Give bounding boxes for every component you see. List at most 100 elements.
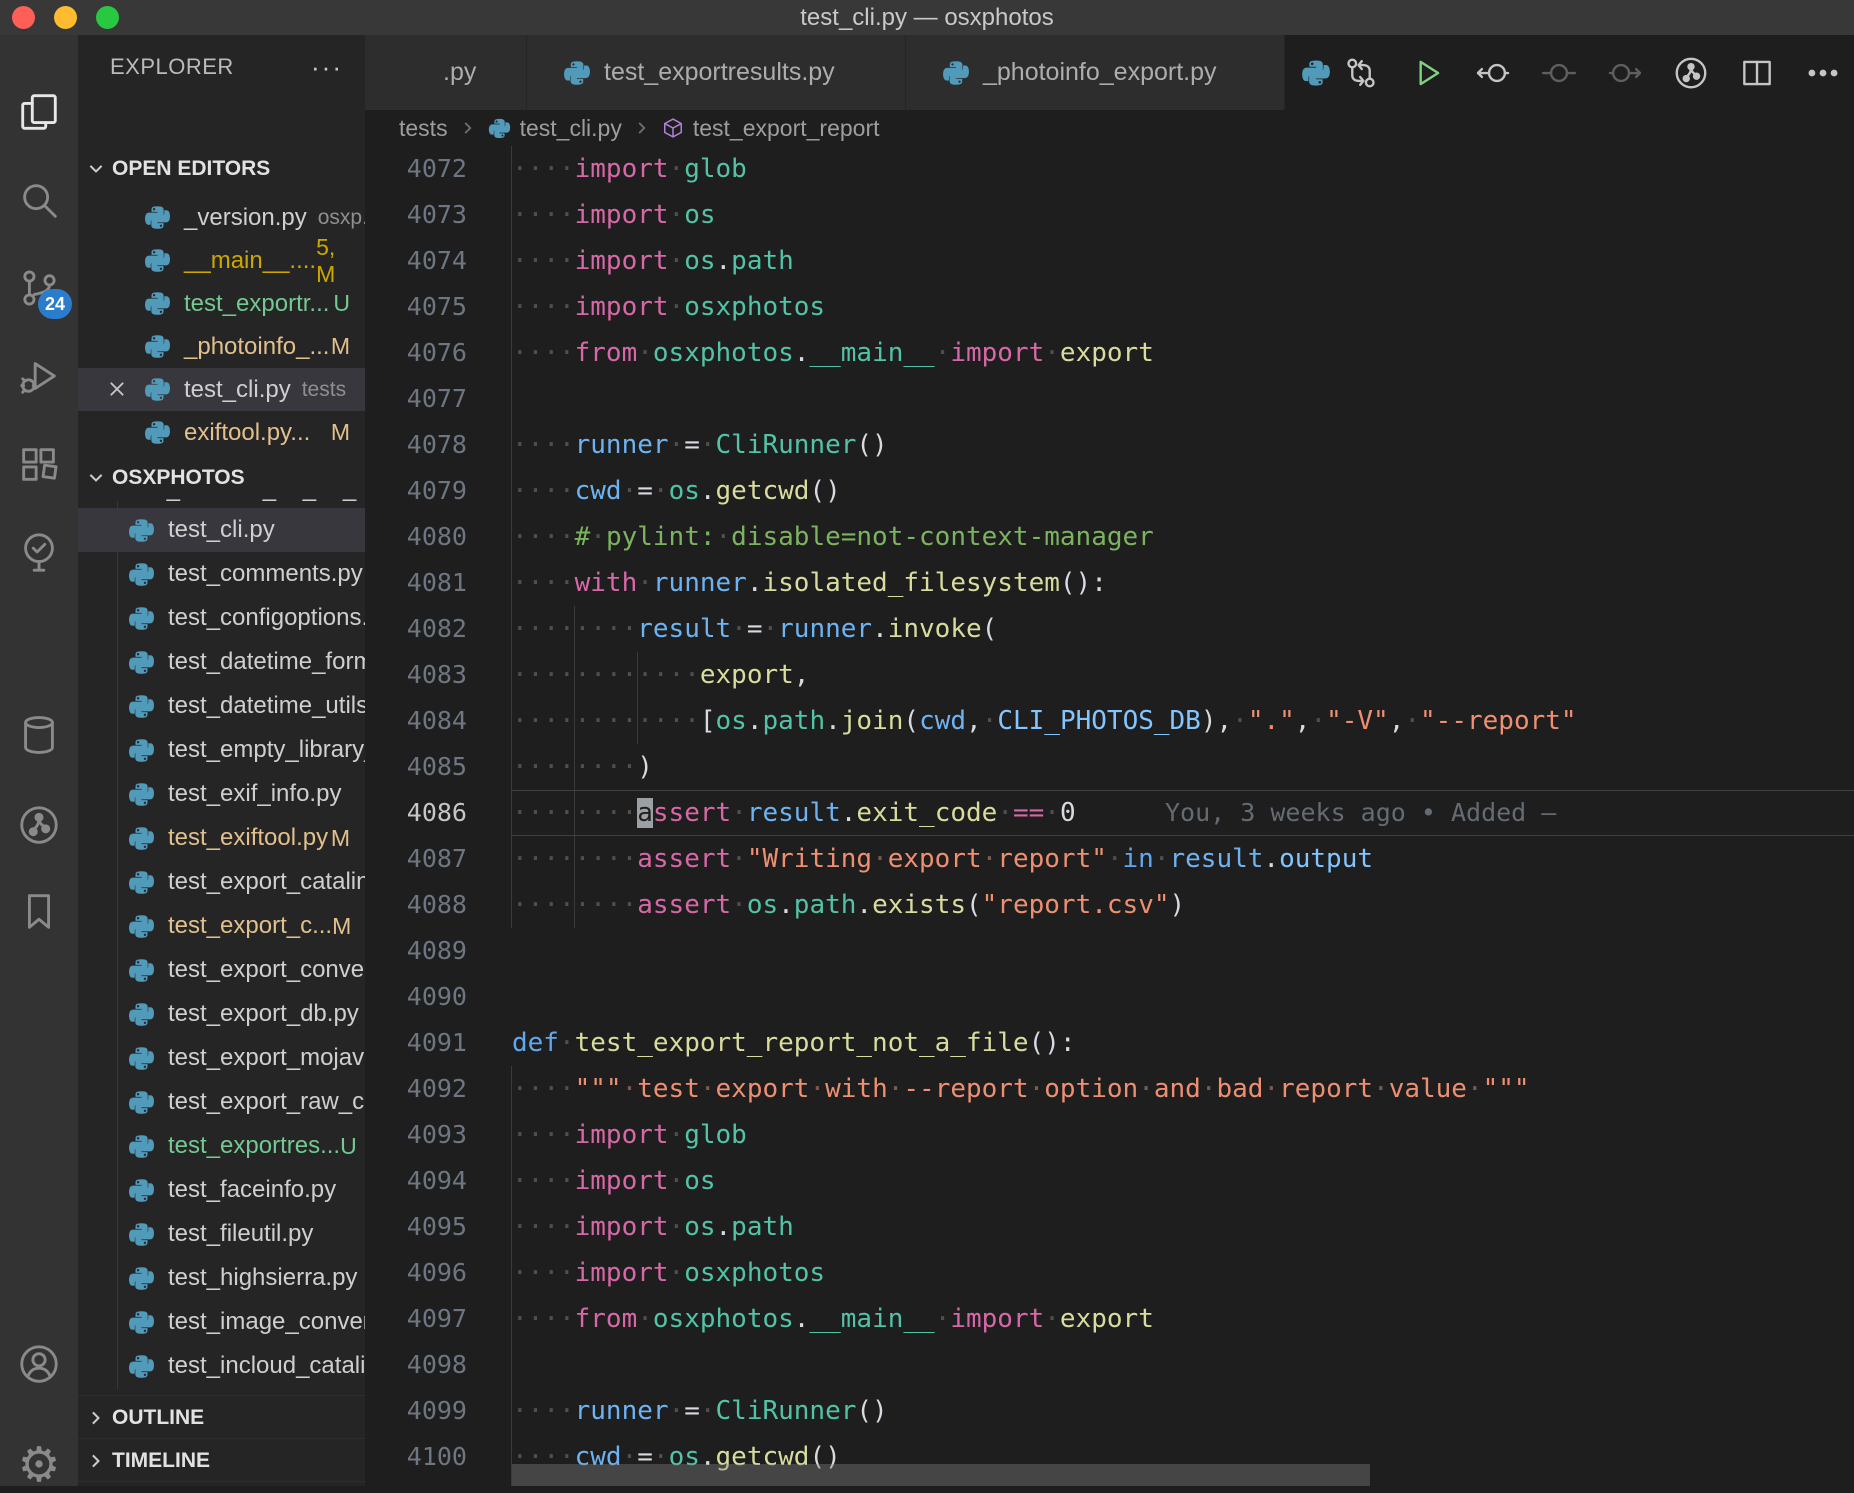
line-number[interactable]: 4090: [365, 974, 512, 1020]
run-python-file-icon[interactable]: [1408, 54, 1446, 92]
code-line-content[interactable]: ········): [512, 744, 1854, 790]
line-number[interactable]: 4077: [365, 376, 512, 422]
line-number[interactable]: 4098: [365, 1342, 512, 1388]
code-line-content[interactable]: ········assert·os.path.exists("report.cs…: [512, 882, 1854, 928]
code-line-content[interactable]: ····import·os: [512, 192, 1854, 238]
code-line-content[interactable]: ····import·glob: [512, 146, 1854, 192]
code-line[interactable]: 4080····#·pylint:·disable=not-context-ma…: [365, 514, 1854, 560]
line-number[interactable]: 4094: [365, 1158, 512, 1204]
code-line[interactable]: 4074····import·os.path: [365, 238, 1854, 284]
close-icon[interactable]: [106, 378, 128, 400]
extensions-icon[interactable]: [14, 439, 64, 489]
line-number[interactable]: 4083: [365, 652, 512, 698]
code-line-content[interactable]: ········assert·"Writing·export·report"·i…: [512, 836, 1854, 882]
code-line-content[interactable]: ····from·osxphotos.__main__·import·expor…: [512, 1296, 1854, 1342]
code-line-content[interactable]: ····"""·test·export·with·--report·option…: [512, 1066, 1854, 1112]
file-tree-item[interactable]: test_cli.py: [78, 508, 365, 552]
open-editor-item[interactable]: exiftool.py...M: [78, 411, 365, 454]
navigate-current-icon[interactable]: [1540, 54, 1578, 92]
clipped-file-row[interactable]: test_catalina_10_15_7.py: [78, 499, 365, 508]
code-line[interactable]: 4094····import·os: [365, 1158, 1854, 1204]
line-number[interactable]: 4076: [365, 330, 512, 376]
file-tree-item[interactable]: test_exiftool.pyM: [78, 816, 365, 860]
open-editor-item[interactable]: test_cli.pytests: [78, 368, 365, 411]
line-number[interactable]: 4079: [365, 468, 512, 514]
minimize-window-button[interactable]: [54, 6, 77, 29]
file-tree-item[interactable]: test_incloud_catali...: [78, 1344, 365, 1388]
file-tree-item[interactable]: test_export_db.py: [78, 992, 365, 1036]
code-line[interactable]: 4090: [365, 974, 1854, 1020]
breadcrumb-item[interactable]: tests: [399, 115, 448, 142]
open-editor-item[interactable]: _photoinfo_...M: [78, 325, 365, 368]
code-line[interactable]: 4077: [365, 376, 1854, 422]
npm-scripts-section-header[interactable]: NPM SCRIPTS: [78, 1481, 365, 1486]
split-editor-icon[interactable]: [1738, 54, 1776, 92]
code-line-content[interactable]: ····import·osxphotos: [512, 1250, 1854, 1296]
code-line-content[interactable]: ····cwd·=·os.getcwd(): [512, 468, 1854, 514]
code-line[interactable]: 4099····runner·=·CliRunner(): [365, 1388, 1854, 1434]
file-tree-item[interactable]: test_datetime_utils....: [78, 684, 365, 728]
code-line-content[interactable]: ····with·runner.isolated_filesystem():: [512, 560, 1854, 606]
file-tree-item[interactable]: test_comments.py: [78, 552, 365, 596]
file-tree-item[interactable]: test_highsierra.py: [78, 1256, 365, 1300]
line-number[interactable]: 4081: [365, 560, 512, 606]
code-line[interactable]: 4075····import·osxphotos: [365, 284, 1854, 330]
file-tree-item[interactable]: test_exportres...U: [78, 1124, 365, 1168]
code-line[interactable]: 4083············export,: [365, 652, 1854, 698]
breadcrumb-item[interactable]: test_cli.py: [488, 115, 622, 142]
search-icon[interactable]: [14, 175, 64, 225]
breadcrumb-item[interactable]: test_export_report: [662, 115, 880, 142]
code-line[interactable]: 4091def·test_export_report_not_a_file():: [365, 1020, 1854, 1066]
line-number[interactable]: 4087: [365, 836, 512, 882]
gitlens-icon[interactable]: [14, 800, 64, 850]
code-line[interactable]: 4072····import·glob: [365, 146, 1854, 192]
open-editor-item[interactable]: test_exportr...U: [78, 282, 365, 325]
timeline-section-header[interactable]: TIMELINE: [78, 1438, 365, 1482]
code-line-content[interactable]: ····import·osxphotos: [512, 284, 1854, 330]
code-line[interactable]: 4097····from·osxphotos.__main__·import·e…: [365, 1296, 1854, 1342]
code-line-content[interactable]: [512, 1342, 1854, 1388]
code-line-content[interactable]: [512, 928, 1854, 974]
navigate-forward-icon[interactable]: [1606, 54, 1644, 92]
code-editor[interactable]: 4072····import·glob4073····import·os4074…: [365, 146, 1854, 1486]
code-line[interactable]: 4095····import·os.path: [365, 1204, 1854, 1250]
open-editor-item[interactable]: __main__....5, M: [78, 239, 365, 282]
code-line[interactable]: 4086········assert·result.exit_code·==·0…: [365, 790, 1854, 836]
code-line[interactable]: 4079····cwd·=·os.getcwd(): [365, 468, 1854, 514]
code-line[interactable]: 4092····"""·test·export·with·--report·op…: [365, 1066, 1854, 1112]
gitlens-graph-icon[interactable]: [1672, 54, 1710, 92]
line-number[interactable]: 4085: [365, 744, 512, 790]
line-number[interactable]: 4097: [365, 1296, 512, 1342]
line-number[interactable]: 4086: [365, 790, 512, 836]
todo-tree-icon[interactable]: [14, 527, 64, 577]
account-icon[interactable]: [14, 1339, 64, 1389]
code-line[interactable]: 4073····import·os: [365, 192, 1854, 238]
code-line[interactable]: 4087········assert·"Writing·export·repor…: [365, 836, 1854, 882]
code-line-content[interactable]: ············export,: [512, 652, 1854, 698]
database-icon[interactable]: [14, 710, 64, 760]
code-line[interactable]: 4088········assert·os.path.exists("repor…: [365, 882, 1854, 928]
compare-changes-icon[interactable]: [1342, 54, 1380, 92]
line-number[interactable]: 4082: [365, 606, 512, 652]
line-number[interactable]: 4095: [365, 1204, 512, 1250]
file-tree-item[interactable]: test_configoptions....: [78, 596, 365, 640]
code-line[interactable]: 4084············[os.path.join(cwd,·CLI_P…: [365, 698, 1854, 744]
code-line-content[interactable]: [512, 974, 1854, 1020]
line-number[interactable]: 4100: [365, 1434, 512, 1480]
line-number[interactable]: 4075: [365, 284, 512, 330]
code-line-content[interactable]: [512, 376, 1854, 422]
line-number[interactable]: 4080: [365, 514, 512, 560]
file-tree-item[interactable]: test_export_raw_ca...: [78, 1080, 365, 1124]
code-line-content[interactable]: ····runner·=·CliRunner(): [512, 1388, 1854, 1434]
file-tree-item[interactable]: test_fileutil.py: [78, 1212, 365, 1256]
navigate-back-icon[interactable]: [1474, 54, 1512, 92]
line-number[interactable]: 4084: [365, 698, 512, 744]
code-line-content[interactable]: ····import·os.path: [512, 1204, 1854, 1250]
line-number[interactable]: 4074: [365, 238, 512, 284]
code-line[interactable]: 4089: [365, 928, 1854, 974]
line-number[interactable]: 4091: [365, 1020, 512, 1066]
line-number[interactable]: 4092: [365, 1066, 512, 1112]
code-line[interactable]: 4098: [365, 1342, 1854, 1388]
file-tree-item[interactable]: test_faceinfo.py: [78, 1168, 365, 1212]
run-debug-icon[interactable]: [14, 351, 64, 401]
